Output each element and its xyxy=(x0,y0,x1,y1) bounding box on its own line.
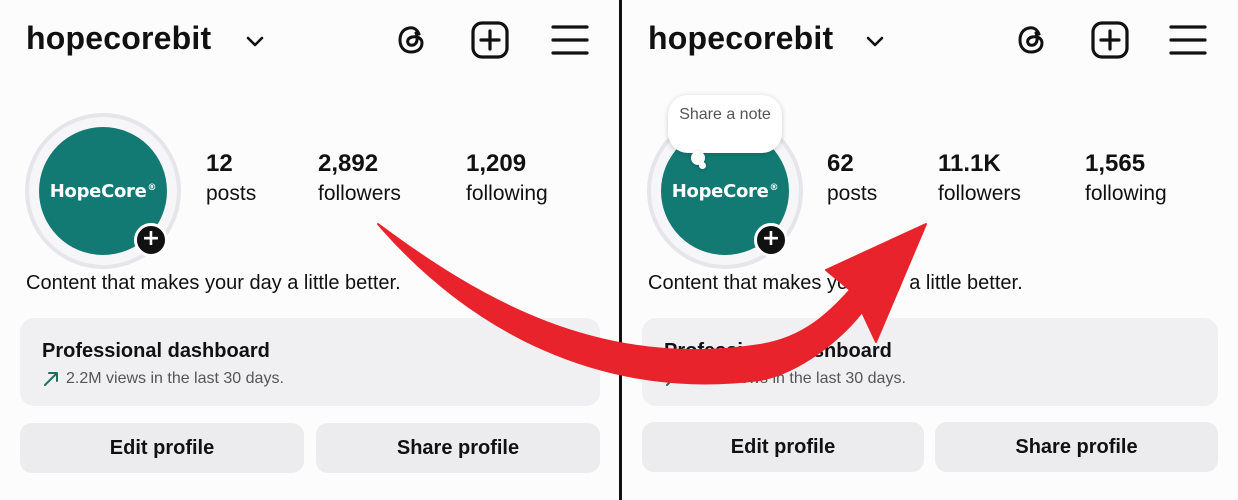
followers-stat[interactable]: 2,892 followers xyxy=(318,150,401,208)
following-count: 1,209 xyxy=(466,150,527,177)
logo-text: HopeCore® xyxy=(671,180,779,202)
threads-icon[interactable] xyxy=(392,20,432,60)
add-story-icon[interactable]: + xyxy=(754,223,788,257)
bio-text: Content that makes your day a little bet… xyxy=(26,272,401,294)
chevron-down-icon[interactable] xyxy=(244,30,266,52)
share-profile-button[interactable]: Share profile xyxy=(935,422,1218,472)
share-profile-button[interactable]: Share profile xyxy=(316,423,600,473)
following-label: following xyxy=(466,182,548,205)
profile-before-panel: hopecorebit HopeCore® + 12 posts 2,892 f… xyxy=(0,0,619,500)
following-count: 1,565 xyxy=(1085,150,1146,177)
following-stat[interactable]: 1,209 following xyxy=(466,150,548,208)
add-post-icon[interactable] xyxy=(470,20,510,60)
following-stat[interactable]: 1,565 following xyxy=(1085,150,1167,208)
dashboard-subtitle: 2.2M views in the last 30 days. xyxy=(42,370,284,388)
dashboard-subtitle: 8.9M views in the last 30 days. xyxy=(664,370,906,388)
profile-after-panel: hopecorebit HopeCore® + 62 posts 11.1K f… xyxy=(622,0,1238,500)
menu-icon[interactable] xyxy=(1168,20,1208,60)
edit-profile-button[interactable]: Edit profile xyxy=(20,423,304,473)
posts-label: posts xyxy=(827,182,878,205)
professional-dashboard[interactable]: Professional dashboard 2.2M views in the… xyxy=(20,318,600,406)
note-bubble-tail-small xyxy=(699,162,706,169)
add-post-icon[interactable] xyxy=(1090,20,1130,60)
posts-stat[interactable]: 62 posts xyxy=(827,150,877,208)
posts-count: 62 xyxy=(827,150,854,177)
add-story-icon[interactable]: + xyxy=(134,223,168,257)
followers-count: 2,892 xyxy=(318,150,379,177)
followers-label: followers xyxy=(318,182,401,205)
username[interactable]: hopecorebit xyxy=(648,20,833,57)
profile-header: hopecorebit xyxy=(0,0,619,84)
chevron-down-icon[interactable] xyxy=(864,30,886,52)
dashboard-title: Professional dashboard xyxy=(42,340,270,362)
menu-icon[interactable] xyxy=(550,20,590,60)
logo-text: HopeCore® xyxy=(49,180,157,202)
posts-stat[interactable]: 12 posts xyxy=(206,150,256,208)
dashboard-title: Professional dashboard xyxy=(664,340,892,362)
username[interactable]: hopecorebit xyxy=(26,20,211,57)
following-label: following xyxy=(1085,182,1167,205)
professional-dashboard[interactable]: Professional dashboard 8.9M views in the… xyxy=(642,318,1218,406)
followers-label: followers xyxy=(938,182,1021,205)
edit-profile-button[interactable]: Edit profile xyxy=(642,422,924,472)
trend-up-icon xyxy=(666,372,680,386)
profile-header: hopecorebit xyxy=(622,0,1238,84)
trend-up-icon xyxy=(44,372,58,386)
share-note-bubble[interactable]: Share a note xyxy=(668,95,782,153)
posts-count: 12 xyxy=(206,150,233,177)
followers-stat[interactable]: 11.1K followers xyxy=(938,150,1021,208)
threads-icon[interactable] xyxy=(1012,20,1052,60)
posts-label: posts xyxy=(206,182,257,205)
bio-text: Content that makes your day a little bet… xyxy=(648,272,1023,294)
followers-count: 11.1K xyxy=(938,150,1001,177)
